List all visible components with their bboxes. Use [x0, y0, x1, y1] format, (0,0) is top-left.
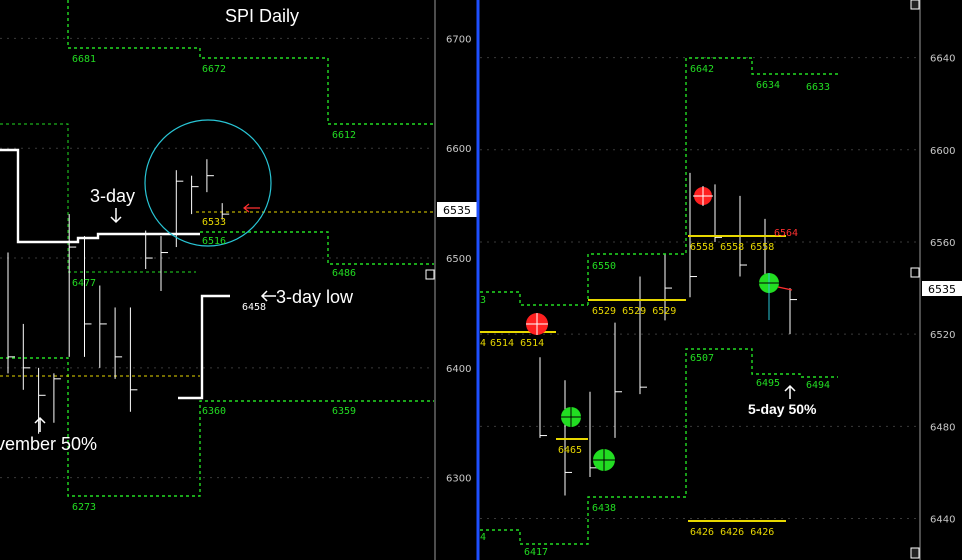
label-6533: 6533 [202, 217, 226, 228]
five-day-annotation: 5-day 50% [748, 401, 817, 417]
label-6486: 6486 [332, 268, 356, 279]
y-tick-6440: 6440 [930, 515, 955, 526]
red-marker-6520 [526, 313, 548, 335]
spi-daily-chart: 6300 6400 6500 6600 6700 6535 SPI Daily 6681… [0, 0, 962, 560]
label-6477: 6477 [72, 278, 96, 289]
label-6612: 6612 [332, 130, 356, 141]
label-6507: 6507 [690, 353, 714, 364]
label-6642: 6642 [690, 64, 714, 75]
y-tick-6700: 6700 [446, 34, 471, 45]
label-6458: 6458 [242, 302, 266, 313]
three-day-annotation: 3-day [90, 186, 135, 206]
label-6494: 6494 [806, 380, 830, 391]
green-marker-6455 [593, 449, 615, 471]
label-4-prefix: 4 [480, 338, 486, 349]
november-annotation: vember 50% [0, 434, 97, 454]
label-6558-row: 6558 6558 6558 [690, 242, 774, 253]
label-6359: 6359 [332, 406, 356, 417]
y-tick-6300: 6300 [446, 474, 471, 485]
scroll-down-button[interactable] [910, 547, 920, 559]
label-4-bottom: 4 [480, 532, 486, 543]
y-tick-6400: 6400 [446, 364, 471, 375]
y-tick-6560: 6560 [930, 238, 955, 249]
label-6495: 6495 [756, 378, 780, 389]
label-6360: 6360 [202, 406, 226, 417]
y-tick-6480: 6480 [930, 422, 955, 433]
label-6417: 6417 [524, 547, 548, 558]
y-tick-6600: 6600 [930, 146, 955, 157]
label-6634: 6634 [756, 80, 780, 91]
label-6529-row: 6529 6529 6529 [592, 306, 676, 317]
chart-title: SPI Daily [225, 6, 299, 26]
y-tick-6640: 6640 [930, 54, 955, 65]
label-6681: 6681 [72, 54, 96, 65]
label-6465: 6465 [558, 445, 582, 456]
left-current-price: 6535 [443, 204, 471, 217]
y-tick-6500: 6500 [446, 254, 471, 265]
green-marker-6475 [561, 407, 581, 427]
scroll-up-button[interactable] [910, 0, 920, 10]
y-tick-6600: 6600 [446, 144, 471, 155]
right-current-price: 6535 [928, 283, 956, 296]
three-day-low-annotation: 3-day low [276, 287, 354, 307]
label-3-prefix: 3 [480, 295, 486, 306]
label-6672: 6672 [202, 64, 226, 75]
label-6438: 6438 [592, 503, 616, 514]
label-6564: 6564 [774, 228, 798, 239]
label-6273: 6273 [72, 502, 96, 513]
y-tick-6520: 6520 [930, 330, 955, 341]
label-6516: 6516 [202, 236, 226, 247]
label-6633: 6633 [806, 82, 830, 93]
label-6514-row: 6514 6514 [490, 338, 544, 349]
label-6426-row: 6426 6426 6426 [690, 527, 774, 538]
label-6550: 6550 [592, 261, 616, 272]
